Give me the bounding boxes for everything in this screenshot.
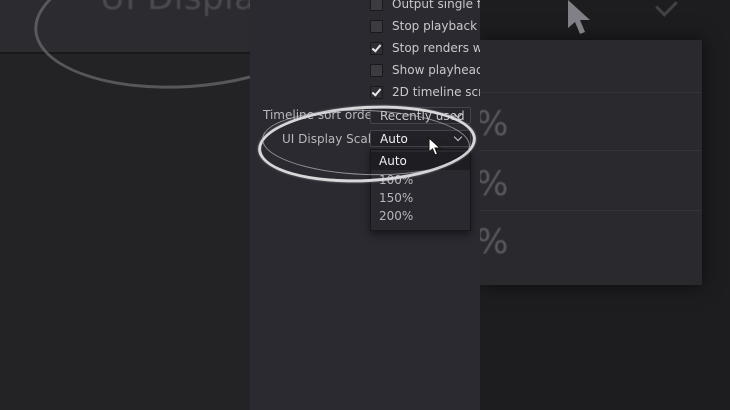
checkbox-box-checked[interactable]	[370, 85, 383, 99]
chevron-down-icon	[453, 132, 463, 142]
checkbox-label: 2D timeline scrolling	[392, 85, 480, 99]
background-right: % % %	[476, 0, 730, 410]
dropdown-option-200[interactable]: 200%	[371, 207, 470, 225]
background-cursor-icon	[568, 0, 590, 34]
background-percent: %	[476, 164, 509, 204]
settings-panel: Output single field Stop playback when S…	[250, 0, 480, 410]
checkbox-box[interactable]	[370, 0, 383, 11]
ui-display-scale-select[interactable]: Auto	[370, 130, 471, 147]
dropdown-option-100[interactable]: 100%	[371, 171, 470, 189]
checkbox-output-single-field[interactable]: Output single field	[370, 0, 480, 15]
checkbox-2d-timeline-scrolling[interactable]: 2D timeline scrolling	[370, 81, 480, 103]
checkbox-label: Stop renders when	[392, 41, 480, 55]
dropdown-option-auto[interactable]: Auto	[371, 152, 470, 170]
checkbox-stop-renders[interactable]: Stop renders when	[370, 37, 480, 59]
ui-display-scale-dropdown: Auto 100% 150% 200%	[370, 149, 471, 231]
ui-display-scale-label: UI Display Scale	[282, 132, 379, 146]
checkbox-stop-playback[interactable]: Stop playback when	[370, 15, 480, 37]
checkbox-box[interactable]	[370, 19, 383, 33]
checkbox-label: Stop playback when	[392, 19, 480, 33]
background-left: UI Display	[0, 0, 345, 410]
checkbox-show-playhead[interactable]: Show playhead shadow	[370, 59, 480, 81]
background-row	[480, 92, 702, 145]
checkbox-label: Show playhead shadow	[392, 63, 480, 77]
checkbox-box[interactable]	[370, 63, 383, 77]
select-value: Recently used	[380, 108, 465, 123]
background-row	[480, 150, 702, 203]
background-percent: %	[476, 104, 509, 144]
checkbox-label: Output single field	[392, 0, 480, 11]
timeline-sort-order-select[interactable]: Recently used	[370, 107, 471, 124]
dropdown-option-150[interactable]: 150%	[371, 189, 470, 207]
checkbox-box-checked[interactable]	[370, 41, 383, 55]
background-dropdown-panel: % % %	[476, 40, 702, 285]
background-percent: %	[476, 222, 509, 262]
background-check-icon	[655, 0, 678, 17]
select-value: Auto	[380, 131, 408, 146]
timeline-sort-order-label: Timeline sort order	[263, 108, 377, 122]
background-row	[480, 210, 702, 263]
